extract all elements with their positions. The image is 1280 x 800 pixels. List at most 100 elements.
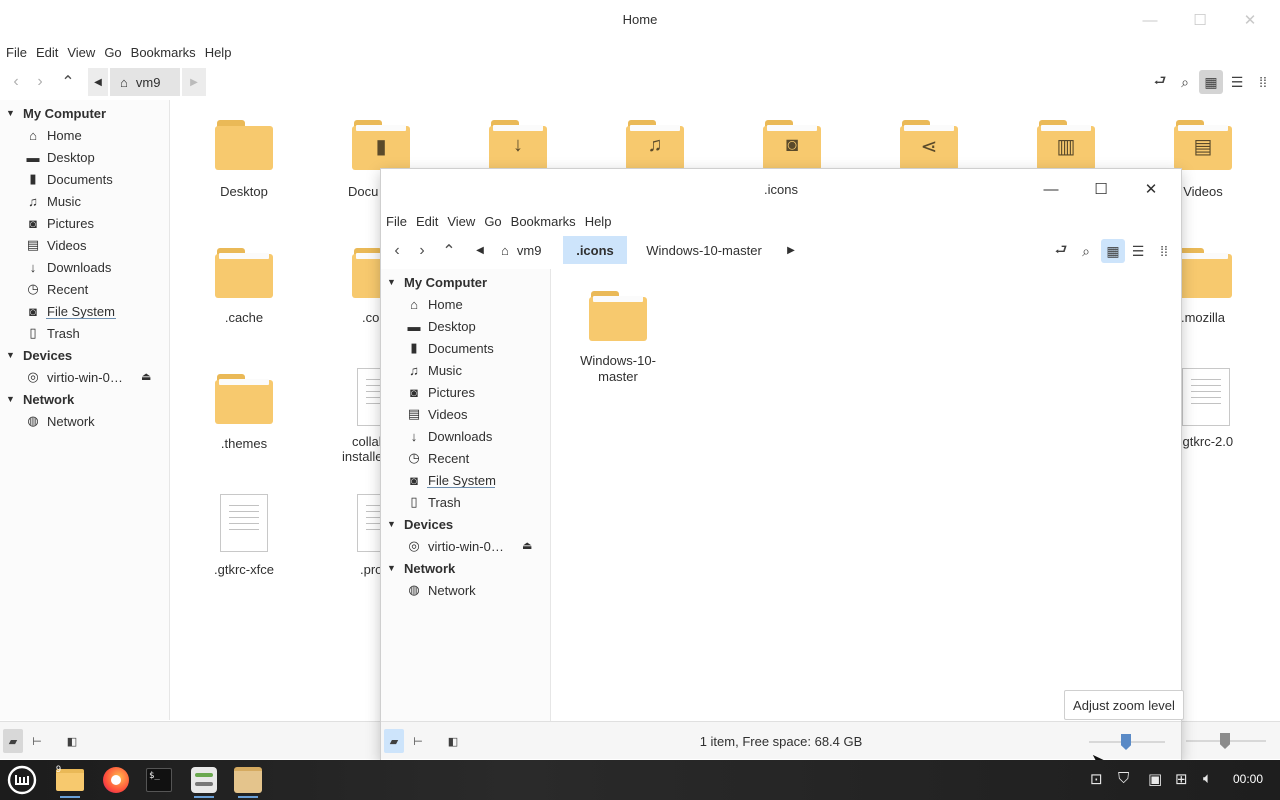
sidebar-heading-my-computer[interactable]: ▼ My Computer — [387, 271, 487, 293]
sidebar-item-videos[interactable]: ▤ Videos — [405, 403, 468, 425]
sidebar-item-music[interactable]: ♫ Music — [405, 359, 462, 381]
list-view-icon[interactable]: ☰ — [1225, 70, 1249, 94]
eject-icon[interactable]: ⏏ — [522, 539, 532, 552]
menu-help[interactable]: Help — [205, 45, 232, 60]
up-icon[interactable]: ⌃ — [56, 68, 80, 96]
taskbar-files-window-icon[interactable] — [230, 764, 266, 798]
volume-icon[interactable]: 🔈︎ — [1203, 770, 1212, 787]
network-icon[interactable]: ⊞ — [1175, 770, 1188, 788]
sidebar-heading-network[interactable]: ▼ Network — [6, 388, 74, 410]
home-titlebar[interactable]: Home — ☐ ✕ — [0, 0, 1280, 40]
menu-bookmarks[interactable]: Bookmarks — [131, 45, 196, 60]
sidebar-item-trash[interactable]: ▯ Trash — [24, 322, 79, 344]
sidebar-heading-devices[interactable]: ▼ Devices — [387, 513, 453, 535]
sidebar-heading-network[interactable]: ▼ Network — [387, 557, 455, 579]
menu-go[interactable]: Go — [104, 45, 121, 60]
sidebar-item-desktop[interactable]: ▬ Desktop — [24, 146, 95, 168]
places-toggle-icon[interactable]: ▰ — [3, 729, 23, 753]
shield-icon[interactable]: ⛉ — [1118, 770, 1129, 787]
icon-view-icon[interactable]: ▦ — [1199, 70, 1223, 94]
sidebar-item-videos[interactable]: ▤ Videos — [24, 234, 87, 256]
maximize-icon[interactable]: ☐ — [1089, 177, 1113, 201]
taskbar-firefox-icon[interactable] — [98, 764, 134, 796]
menu-bookmarks[interactable]: Bookmarks — [511, 214, 576, 229]
notes-icon[interactable]: ▣ — [1148, 770, 1162, 788]
sidebar-item-documents[interactable]: ▮ Documents — [24, 168, 112, 190]
close-icon[interactable]: ✕ — [1139, 177, 1163, 201]
forward-icon[interactable]: › — [410, 237, 434, 265]
taskbar-settings-icon[interactable] — [186, 764, 222, 798]
maximize-icon[interactable]: ☐ — [1188, 8, 1212, 32]
icons-titlebar[interactable]: .icons — ☐ ✕ — [381, 169, 1181, 209]
search-icon[interactable]: ⌕ — [1173, 70, 1197, 94]
file-templates[interactable]: ▥ — [1011, 120, 1121, 168]
menu-edit[interactable]: Edit — [36, 45, 58, 60]
menu-go[interactable]: Go — [484, 214, 501, 229]
file-gtkrc-xfce[interactable]: .gtkrc-xfce — [189, 494, 299, 577]
menu-edit[interactable]: Edit — [416, 214, 438, 229]
sidebar-item-home[interactable]: ⌂ Home — [24, 124, 82, 146]
compact-view-icon[interactable]: ⁞⁞ — [1152, 239, 1176, 263]
crumb-vm9[interactable]: ⌂ vm9 — [493, 236, 561, 264]
sidebar-item-pictures[interactable]: ◙ Pictures — [24, 212, 94, 234]
crumb-windows-10-master[interactable]: Windows-10-master — [629, 236, 779, 264]
sidebar-item-pictures[interactable]: ◙ Pictures — [405, 381, 475, 403]
crumb-left-icon[interactable]: ◀ — [469, 236, 491, 264]
update-manager-icon[interactable]: ⊡ — [1090, 770, 1103, 788]
sidebar-heading-devices[interactable]: ▼ Devices — [6, 344, 72, 366]
sidebar-item-network[interactable]: ◍ Network — [24, 410, 94, 432]
crumb-left-icon[interactable]: ◀ — [88, 68, 108, 96]
sidebar-item-recent[interactable]: ◷ Recent — [24, 278, 88, 300]
file-music[interactable]: ♫ — [600, 120, 710, 168]
file-cache[interactable]: .cache — [189, 248, 299, 325]
sidebar-item-documents[interactable]: ▮ Documents — [405, 337, 493, 359]
minimize-icon[interactable]: — — [1138, 8, 1162, 32]
menu-view[interactable]: View — [67, 45, 95, 60]
file-downloads[interactable]: ↓ — [463, 120, 573, 168]
up-icon[interactable]: ⌃ — [437, 237, 461, 265]
sidebar-item-downloads[interactable]: ↓ Downloads — [405, 425, 493, 447]
taskbar-terminal-icon[interactable]: $_ — [141, 764, 177, 796]
sidebar-heading-my-computer[interactable]: ▼ My Computer — [6, 102, 106, 124]
file-desktop[interactable]: Desktop — [189, 120, 299, 199]
sidebar-item-recent[interactable]: ◷ Recent — [405, 447, 469, 469]
menu-file[interactable]: File — [6, 45, 27, 60]
sidebar-item-desktop[interactable]: ▬ Desktop — [405, 315, 476, 337]
menu-file[interactable]: File — [386, 214, 407, 229]
sidebar-item-downloads[interactable]: ↓ Downloads — [24, 256, 112, 278]
icon-view-icon[interactable]: ▦ — [1101, 239, 1125, 263]
compact-view-icon[interactable]: ⁞⁞ — [1251, 70, 1275, 94]
close-icon[interactable]: ✕ — [1238, 8, 1262, 32]
back-icon[interactable]: ‹ — [4, 68, 28, 96]
search-icon[interactable]: ⌕ — [1074, 239, 1098, 263]
back-icon[interactable]: ‹ — [385, 237, 409, 265]
file-windows-10-master[interactable]: Windows-10- master — [563, 291, 673, 385]
sidebar-item-network[interactable]: ◍ Network — [405, 579, 475, 601]
mint-menu-icon[interactable] — [4, 764, 40, 796]
menu-view[interactable]: View — [447, 214, 475, 229]
location-toggle-icon[interactable]: ⮐ — [1148, 70, 1172, 94]
menu-help[interactable]: Help — [585, 214, 612, 229]
crumb-right-icon[interactable]: ▶ — [182, 68, 206, 96]
eject-icon[interactable]: ⏏ — [141, 370, 151, 383]
clock[interactable]: 00:00 — [1233, 772, 1263, 786]
minimize-icon[interactable]: — — [1039, 177, 1063, 201]
file-public[interactable]: ⋖ — [874, 120, 984, 168]
home-zoom-knob[interactable] — [1220, 733, 1230, 749]
forward-icon[interactable]: › — [28, 68, 52, 96]
file-themes[interactable]: .themes — [189, 374, 299, 451]
location-toggle-icon[interactable]: ⮐ — [1049, 239, 1073, 263]
sidebar-item-trash[interactable]: ▯ Trash — [405, 491, 460, 513]
list-view-icon[interactable]: ☰ — [1126, 239, 1150, 263]
sidebar-item-music[interactable]: ♫ Music — [24, 190, 81, 212]
sidebar-hide-icon[interactable]: ◧ — [62, 729, 82, 753]
tree-toggle-icon[interactable]: ⊢ — [27, 729, 47, 753]
crumb-right-icon[interactable]: ▶ — [781, 236, 801, 264]
taskbar-files-icon[interactable]: 9 — [52, 764, 88, 798]
sidebar-item-device[interactable]: ◎ virtio-win-0… — [24, 366, 123, 388]
file-pictures[interactable]: ◙ — [737, 120, 847, 168]
crumb-home[interactable]: ⌂ vm9 — [110, 68, 180, 96]
sidebar-item-device[interactable]: ◎ virtio-win-0… — [405, 535, 504, 557]
crumb-icons[interactable]: .icons — [563, 236, 627, 264]
sidebar-item-home[interactable]: ⌂ Home — [405, 293, 463, 315]
